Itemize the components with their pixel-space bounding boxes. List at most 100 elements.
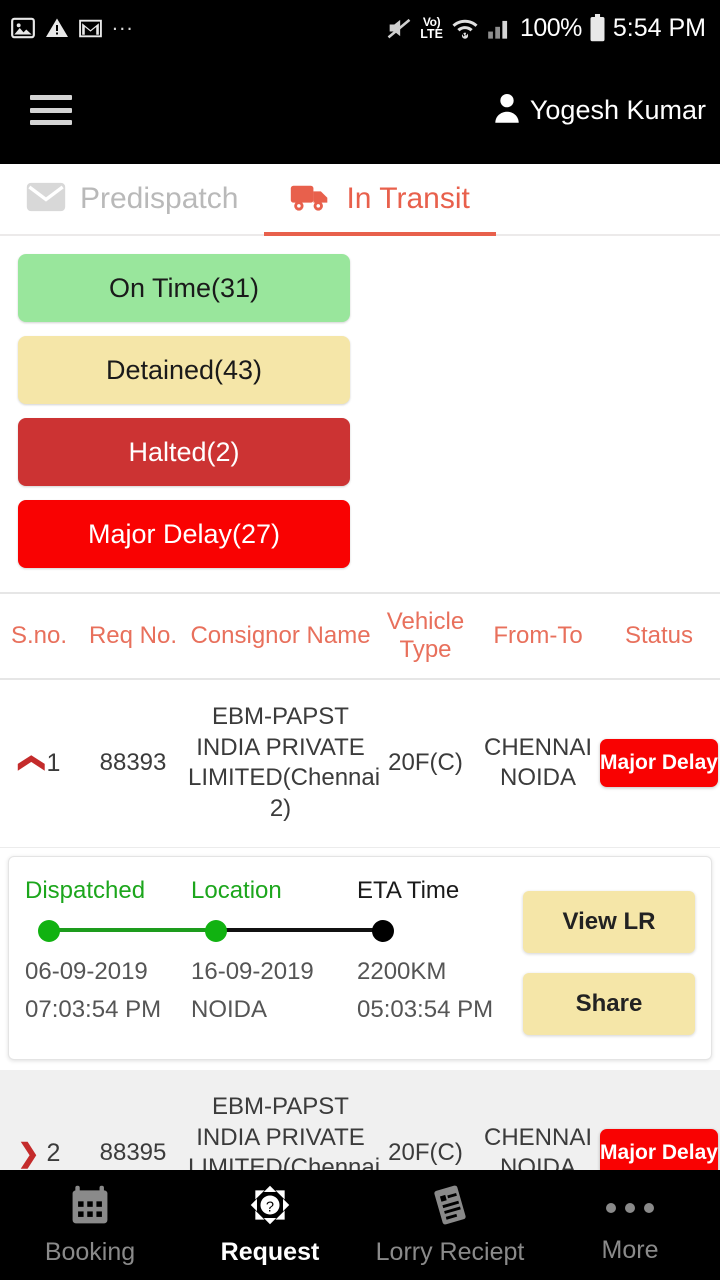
- row-vehicle-type: 20F(C): [388, 1138, 463, 1166]
- document-icon: [428, 1183, 472, 1232]
- column-header-status: Status: [624, 622, 694, 649]
- row-to: NOIDA: [499, 1154, 576, 1170]
- user-profile[interactable]: Yogesh Kumar: [492, 92, 706, 129]
- status-bar-left-icons: ...: [10, 12, 135, 41]
- volte-icon: Vo) LTE: [420, 16, 443, 41]
- status-badge[interactable]: Major Delay: [600, 1129, 718, 1170]
- nav-item-request[interactable]: ? Request: [180, 1170, 360, 1280]
- filter-on-time-button[interactable]: On Time(31): [18, 254, 350, 322]
- timeline-labels: Dispatched Location ETA Time: [25, 877, 523, 905]
- filter-detained-button[interactable]: Detained(43): [18, 336, 350, 404]
- volte-top: Vo): [422, 14, 441, 29]
- eta-time: 05:03:54 PM: [357, 996, 494, 1024]
- tab-predispatch-label: Predispatch: [80, 182, 239, 215]
- column-header-sno: S.no.: [10, 622, 68, 649]
- table-row[interactable]: ❯ 2 88395 EBM-PAPST INDIA PRIVATE LIMITE…: [0, 1069, 720, 1170]
- user-name: Yogesh Kumar: [529, 94, 706, 125]
- timeline-label-eta: ETA Time: [357, 876, 460, 904]
- timeline-values: 06-09-2019 07:03:54 PM 16-09-2019 NOIDA …: [25, 953, 523, 1030]
- view-lr-button[interactable]: View LR: [523, 890, 695, 953]
- more-dot: [625, 1202, 635, 1213]
- filter-halted-button[interactable]: Halted(2): [18, 418, 350, 486]
- signal-icon: [487, 16, 513, 40]
- volte-bottom: LTE: [420, 26, 443, 41]
- nav-item-more[interactable]: More: [540, 1170, 720, 1280]
- filter-major-delay-button[interactable]: Major Delay(27): [18, 500, 350, 568]
- nav-label-request: Request: [220, 1238, 320, 1266]
- app-bar: Yogesh Kumar: [0, 56, 720, 164]
- row-sno: 1: [46, 748, 61, 777]
- wifi-icon: [450, 15, 480, 41]
- battery-icon: [589, 14, 606, 42]
- timeline-dot-location: [205, 919, 227, 942]
- table-header: S.no. Req No. Consignor Name Vehicle Typ…: [0, 592, 720, 680]
- warning-icon: [45, 16, 69, 40]
- shipment-list: ❯ 1 88393 EBM-PAPST INDIA PRIVATE LIMITE…: [0, 680, 720, 1170]
- nav-item-lorry-reciept[interactable]: Lorry Reciept: [360, 1170, 540, 1280]
- table-row[interactable]: ❯ 1 88393 EBM-PAPST INDIA PRIVATE LIMITE…: [0, 680, 720, 848]
- nav-item-booking[interactable]: Booking: [0, 1170, 180, 1280]
- column-header-req-no: Req No.: [88, 622, 178, 649]
- status-overflow-dots: ...: [112, 12, 135, 35]
- more-dot: [606, 1202, 616, 1213]
- share-button[interactable]: Share: [523, 972, 695, 1035]
- hamburger-line: [30, 107, 72, 113]
- person-icon: [492, 92, 522, 129]
- location-place: NOIDA: [191, 996, 268, 1024]
- tab-predispatch[interactable]: Predispatch: [0, 164, 264, 234]
- timeline-label-location: Location: [191, 876, 282, 904]
- row-from-to: CHENNAI NOIDA: [478, 733, 598, 794]
- row-status-cell: Major Delay: [598, 739, 720, 788]
- shipment-detail-card: Dispatched Location ETA Time 06-09-2019 …: [8, 855, 712, 1060]
- dispatched-date: 06-09-2019: [25, 957, 148, 985]
- nav-label-more: More: [601, 1235, 659, 1264]
- location-date: 16-09-2019: [191, 957, 314, 985]
- chevron-up-icon[interactable]: ❯: [14, 753, 44, 775]
- status-badge[interactable]: Major Delay: [600, 739, 718, 788]
- row-consignor: EBM-PAPST INDIA PRIVATE LIMITED(Chennai …: [188, 1092, 381, 1170]
- envelope-icon: [26, 182, 66, 217]
- dispatched-time: 07:03:54 PM: [25, 996, 162, 1024]
- row-index-cell[interactable]: ❯ 2: [0, 1139, 78, 1168]
- row-from: CHENNAI: [483, 733, 592, 761]
- chevron-right-icon[interactable]: ❯: [18, 1140, 40, 1166]
- more-dot: [644, 1202, 654, 1213]
- request-icon: ?: [248, 1183, 292, 1232]
- hamburger-line: [30, 95, 72, 100]
- tab-in-transit[interactable]: In Transit: [264, 164, 497, 236]
- gmail-icon: [78, 16, 103, 41]
- eta-distance: 2200KM: [357, 957, 447, 985]
- tab-in-transit-label: In Transit: [346, 182, 470, 215]
- svg-text:?: ?: [266, 1200, 274, 1216]
- row-from: CHENNAI: [483, 1123, 592, 1151]
- truck-icon: [290, 182, 332, 217]
- timeline-segment-completed: [49, 927, 221, 932]
- calendar-icon: [68, 1183, 112, 1232]
- shipment-timeline: Dispatched Location ETA Time 06-09-2019 …: [25, 877, 523, 1035]
- row-index-cell[interactable]: ❯ 1: [0, 749, 78, 778]
- timeline-track: [25, 917, 523, 943]
- bottom-navigation: Booking ? Request Lorry Reciept More: [0, 1170, 720, 1280]
- battery-percent: 100%: [519, 13, 582, 42]
- nav-label-lorry-reciept: Lorry Reciept: [375, 1238, 525, 1266]
- status-bar-right-icons: Vo) LTE 100% 5:54 PM: [385, 14, 706, 43]
- row-from-to: CHENNAI NOIDA: [478, 1123, 598, 1170]
- clock-time: 5:54 PM: [612, 13, 706, 42]
- hamburger-line: [30, 120, 72, 125]
- app-root: ... Vo) LTE 100% 5:54 PM Yogesh Kumar Pr…: [0, 0, 720, 1280]
- detail-actions: View LR Share: [523, 877, 695, 1035]
- timeline-label-dispatched: Dispatched: [25, 876, 146, 904]
- timeline-segment-pending: [221, 927, 393, 932]
- column-header-vehicle: Vehicle Type: [386, 608, 465, 663]
- mute-icon: [385, 14, 413, 42]
- hamburger-icon[interactable]: [30, 95, 72, 125]
- row-vehicle-type: 20F(C): [388, 749, 463, 777]
- row-to: NOIDA: [499, 764, 576, 792]
- nav-label-booking: Booking: [44, 1238, 136, 1266]
- image-icon: [10, 15, 36, 41]
- status-filter-buttons: On Time(31) Detained(43) Halted(2) Major…: [0, 236, 720, 578]
- timeline-col-eta: 2200KM 05:03:54 PM: [357, 953, 523, 1030]
- timeline-dot-dispatched: [38, 919, 60, 942]
- row-consignor: EBM-PAPST INDIA PRIVATE LIMITED(Chennai …: [188, 703, 381, 823]
- more-dots-icon: [606, 1186, 654, 1230]
